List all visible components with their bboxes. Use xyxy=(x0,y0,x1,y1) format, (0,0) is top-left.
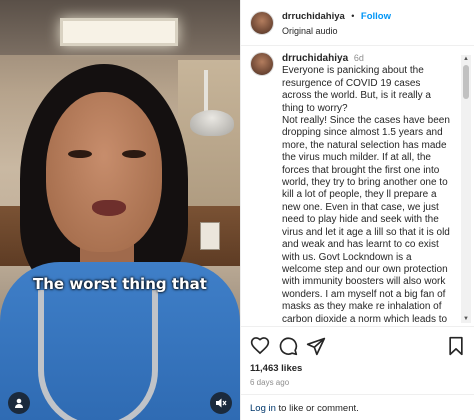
speaker-muted-icon xyxy=(216,398,227,408)
username-link[interactable]: drruchidahiya xyxy=(282,11,345,22)
bookmark-icon xyxy=(449,336,463,356)
video-caption: The worst thing that xyxy=(33,275,207,293)
save-button[interactable] xyxy=(446,336,466,356)
person-face xyxy=(46,92,162,252)
stethoscope xyxy=(38,290,158,420)
login-prompt: Log in to like or comment. xyxy=(241,394,474,420)
reel-video[interactable]: The worst thing that xyxy=(0,0,240,420)
comment-scrollbar[interactable]: ▲ ▼ xyxy=(461,55,471,323)
wall-sign xyxy=(200,222,220,250)
separator-dot: • xyxy=(351,10,355,21)
scroll-down-arrow[interactable]: ▼ xyxy=(461,315,471,323)
lamp-head xyxy=(190,110,234,136)
scroll-thumb[interactable] xyxy=(463,65,469,99)
original-audio-link[interactable]: Original audio xyxy=(282,24,391,38)
heart-icon xyxy=(250,337,270,355)
person-eye-right xyxy=(122,150,146,158)
comment-timestamp: 6d xyxy=(353,53,364,63)
caption-comment: drruchidahiya 6d Everyone is panicking a… xyxy=(250,52,462,324)
audio-attribution-button[interactable] xyxy=(8,392,30,414)
scroll-up-arrow[interactable]: ▲ xyxy=(461,55,471,63)
post-details: drruchidahiya • Follow Original audio dr… xyxy=(240,0,474,420)
login-link[interactable]: Log in xyxy=(250,403,276,414)
comment-avatar[interactable] xyxy=(250,52,274,76)
person-mouth xyxy=(92,200,126,216)
share-button[interactable] xyxy=(306,336,326,356)
avatar[interactable] xyxy=(250,10,274,35)
comment-button[interactable] xyxy=(278,336,298,356)
likes-count[interactable]: 11,463 likes xyxy=(250,363,302,374)
action-bar xyxy=(241,326,474,362)
comment-username[interactable]: drruchidahiya xyxy=(282,53,348,64)
follow-button[interactable]: Follow xyxy=(361,11,391,22)
login-prompt-text: to like or comment. xyxy=(275,403,359,414)
post-age[interactable]: 6 days ago xyxy=(250,378,289,387)
mute-button[interactable] xyxy=(210,392,232,414)
ceiling-light xyxy=(60,18,178,46)
like-button[interactable] xyxy=(250,336,270,356)
post-header: drruchidahiya • Follow Original audio xyxy=(241,0,474,46)
comment-icon xyxy=(279,337,298,356)
comment-body: drruchidahiya 6d Everyone is panicking a… xyxy=(282,52,452,324)
audio-icon xyxy=(15,398,23,408)
share-icon xyxy=(306,337,326,356)
header-text: drruchidahiya • Follow Original audio xyxy=(282,8,391,38)
person-eye-left xyxy=(68,150,92,158)
comment-text: Everyone is panicking about the resurgen… xyxy=(282,65,450,324)
